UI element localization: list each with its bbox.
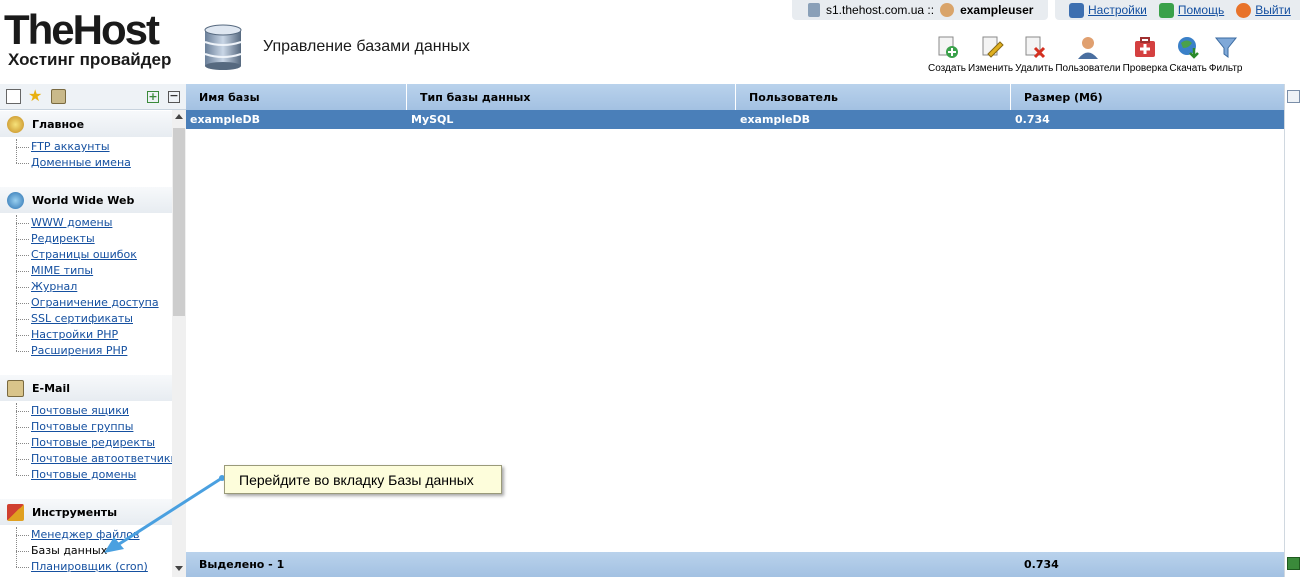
download-icon (1178, 37, 1200, 59)
sidebar-item-error-pages[interactable]: Страницы ошибок (31, 248, 137, 261)
sidebar-item-mail-domains[interactable]: Почтовые домены (31, 468, 136, 481)
sidebar-item-redirects[interactable]: Редиректы (31, 232, 95, 245)
filter-button[interactable]: Фильтр (1209, 34, 1242, 74)
sidebar-scrollbar[interactable] (172, 110, 186, 577)
sidebar-item-log[interactable]: Журнал (31, 280, 77, 293)
column-settings-icon[interactable] (1287, 90, 1300, 103)
check-icon (1134, 37, 1155, 57)
sidebar-section-www[interactable]: World Wide Web (0, 187, 172, 213)
home-icon (7, 115, 24, 133)
mail-icon (7, 379, 24, 397)
delete-button[interactable]: Удалить (1015, 34, 1053, 74)
tools-icon (7, 503, 24, 521)
sidebar-item-file-manager[interactable]: Менеджер файлов (31, 528, 140, 541)
sidebar-item-mail-redirects[interactable]: Почтовые редиректы (31, 436, 155, 449)
export-excel-icon[interactable] (1287, 557, 1300, 570)
table-header: Имя базы Тип базы данных Пользователь Ра… (186, 84, 1284, 110)
page-title: Управление базами данных (263, 38, 470, 55)
sidebar-item-cron-scheduler[interactable]: Планировщик (cron) (31, 560, 148, 573)
sidebar-item-mail-groups[interactable]: Почтовые группы (31, 420, 133, 433)
footer-total-size: 0.734 (1024, 558, 1059, 571)
cell-size: 0.734 (1015, 113, 1050, 126)
sidebar-item-ftp-accounts[interactable]: FTP аккаунты (31, 140, 110, 153)
delete-icon (1025, 36, 1046, 59)
brand-tagline: Хостинг провайдер (8, 50, 172, 69)
server-icon (808, 3, 820, 17)
column-header-size[interactable]: Размер (Мб) (1011, 84, 1284, 110)
databases-table: Имя базы Тип базы данных Пользователь Ра… (186, 84, 1300, 577)
sidebar-item-mail-autoresponders[interactable]: Почтовые автоответчики (31, 452, 172, 465)
check-button[interactable]: Проверка (1123, 34, 1167, 74)
column-header-db-name[interactable]: Имя базы (186, 84, 407, 110)
sidebar-item-php-extensions[interactable]: Расширения PHP (31, 344, 127, 357)
help-link[interactable]: Помощь (1158, 2, 1224, 18)
expand-all-icon[interactable]: + (147, 91, 159, 103)
toolbar: Создать Изменить Удалить Пользователи Пр… (928, 34, 1242, 74)
footer-selected-count: Выделено - 1 (199, 558, 285, 571)
top-links: Настройки Помощь Выйти (1055, 0, 1300, 20)
sidebar-item-php-settings[interactable]: Настройки PHP (31, 328, 118, 341)
sidebar-section-tools[interactable]: Инструменты (0, 499, 172, 525)
help-icon (1158, 2, 1174, 18)
edit-button[interactable]: Изменить (968, 34, 1013, 74)
cell-db-type: MySQL (411, 113, 454, 126)
sidebar-section-main[interactable]: Главное (0, 111, 172, 137)
sidebar-item-mailboxes[interactable]: Почтовые ящики (31, 404, 129, 417)
tooltip-hint: Перейдите во вкладку Базы данных (224, 465, 502, 494)
users-icon (1077, 37, 1098, 59)
edit-icon (982, 36, 1004, 58)
sidebar-section-email[interactable]: E-Mail (0, 375, 172, 401)
collapse-all-icon[interactable]: − (168, 90, 180, 103)
sidebar-item-domain-names[interactable]: Доменные имена (31, 156, 131, 169)
sidebar-menu: Главное FTP аккаунты Доменные имена Worl… (0, 110, 172, 577)
sidebar-item-mime-types[interactable]: MIME типы (31, 264, 93, 277)
table-row[interactable]: exampleDB MySQL exampleDB 0.734 (186, 110, 1284, 129)
filter-icon (1214, 37, 1237, 58)
create-icon (938, 36, 958, 58)
column-header-user[interactable]: Пользователь (736, 84, 1011, 110)
list-view-icon[interactable] (6, 89, 21, 104)
settings-link[interactable]: Настройки (1069, 2, 1147, 18)
create-button[interactable]: Создать (928, 34, 966, 74)
logout-icon (1236, 2, 1252, 18)
sidebar-item-access-restriction[interactable]: Ограничение доступа (31, 296, 159, 309)
user-icon (940, 3, 955, 17)
brand-logo: TheHost Хостинг провайдер (4, 6, 189, 72)
globe-icon (7, 191, 24, 209)
database-icon (204, 24, 242, 70)
column-header-db-type[interactable]: Тип базы данных (407, 84, 736, 110)
server-name: s1.thehost.com.ua :: (826, 3, 935, 17)
users-button[interactable]: Пользователи (1055, 34, 1121, 74)
cell-db-name: exampleDB (190, 113, 261, 126)
scrollbar-thumb[interactable] (173, 128, 185, 316)
username: exampleuser (960, 3, 1034, 17)
scroll-up-icon[interactable] (175, 114, 183, 119)
briefcase-icon[interactable] (51, 89, 66, 104)
logout-link[interactable]: Выйти (1236, 2, 1291, 18)
favorites-star-icon[interactable]: ★ (28, 88, 43, 104)
settings-icon (1069, 2, 1084, 18)
sidebar-item-ssl-certificates[interactable]: SSL сертификаты (31, 312, 133, 325)
table-footer: Выделено - 1 0.734 (186, 552, 1284, 577)
session-info: s1.thehost.com.ua :: exampleuser (792, 0, 1048, 20)
download-button[interactable]: Скачать (1169, 34, 1207, 74)
sidebar-item-www-domains[interactable]: WWW домены (31, 216, 112, 229)
scroll-down-icon[interactable] (175, 566, 183, 571)
sidebar-item-databases[interactable]: Базы данных (31, 544, 107, 557)
sidebar-toolbar: ★ + − (0, 84, 186, 110)
brand-name: TheHost (4, 6, 160, 53)
cell-user: exampleDB (740, 113, 811, 126)
table-side-strip (1284, 84, 1300, 577)
